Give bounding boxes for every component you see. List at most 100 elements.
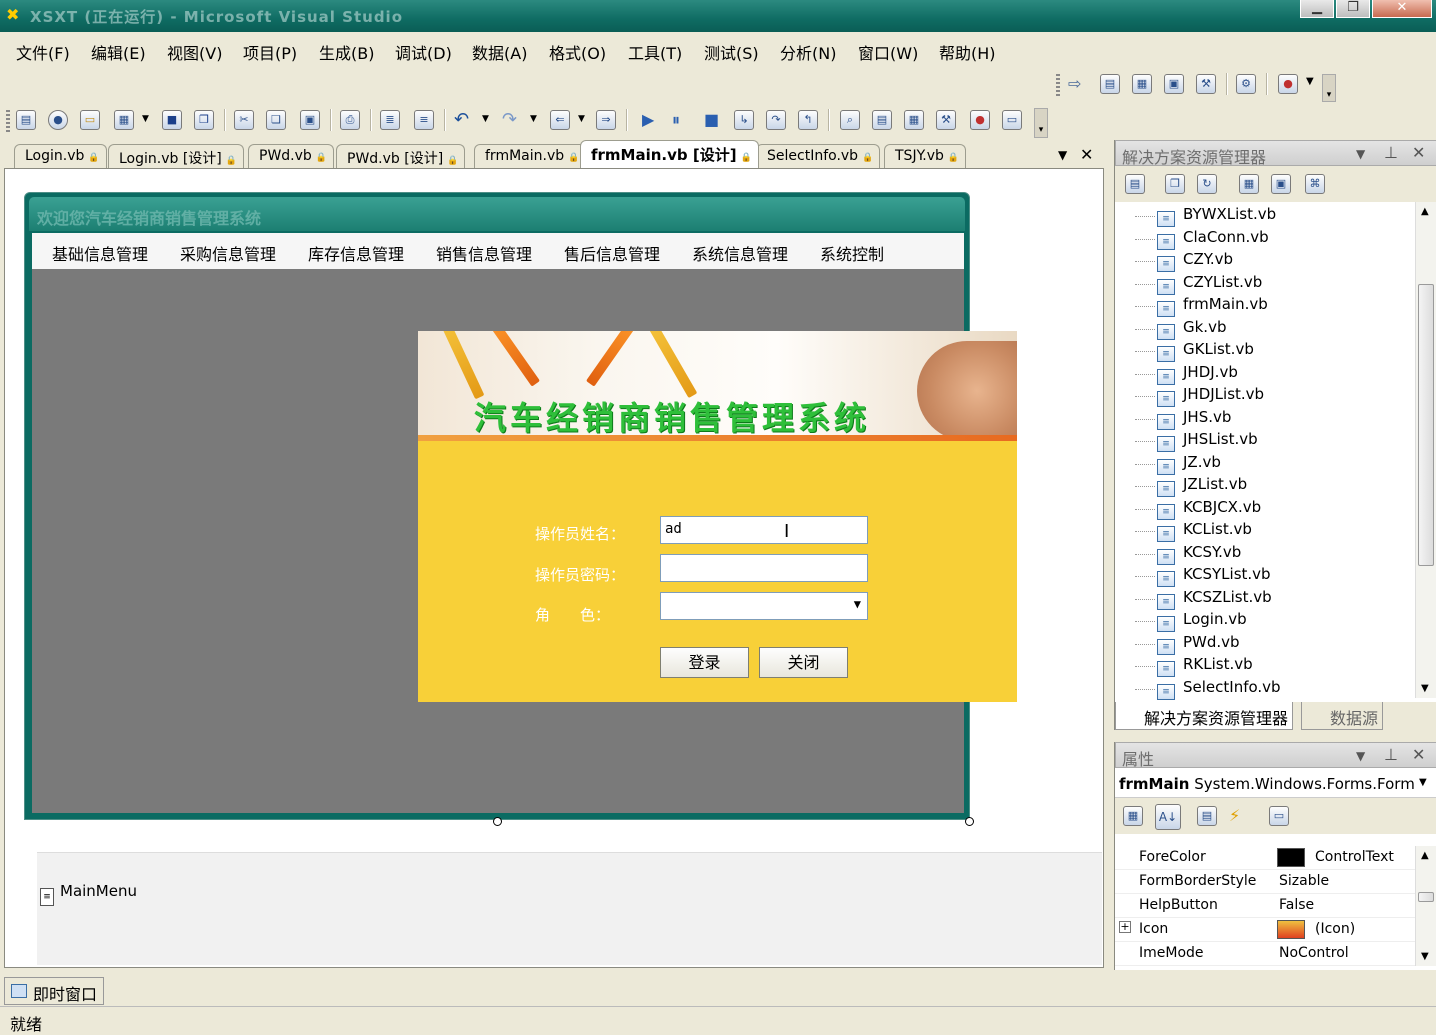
copy-icon[interactable]: ❏ (266, 110, 286, 130)
solution-file-item[interactable]: ≡ KCList.vb (1157, 520, 1252, 542)
solution-scrollbar[interactable]: ▲ ▼ (1415, 202, 1436, 698)
add-item-icon[interactable]: ● (1278, 74, 1298, 94)
navigate-backward-icon[interactable]: ⇐ (550, 110, 570, 130)
tab-tsjy-vb[interactable]: TSJY.vb 🔒 (884, 144, 967, 168)
dropdown-arrow-icon[interactable]: ▼ (530, 114, 537, 124)
solution-file-item[interactable]: ≡ JZ.vb (1157, 453, 1221, 475)
print-icon[interactable]: ⎙ (340, 110, 360, 130)
solution-file-item[interactable]: ≡ SelectInfo.vb (1157, 678, 1281, 700)
form-menu-after-sales[interactable]: 售后信息管理 (564, 241, 660, 265)
solution-file-item[interactable]: ≡ KCSYList.vb (1157, 565, 1271, 587)
form-menu-system-control[interactable]: 系统控制 (820, 241, 884, 265)
show-all-files-icon[interactable]: ❐ (1165, 174, 1185, 194)
arrow-right-icon[interactable]: ⇨ (1068, 74, 1081, 93)
menu-file[interactable]: 文件(F) (16, 40, 70, 64)
solution-file-item[interactable]: ≡ JHSList.vb (1157, 430, 1258, 452)
scroll-down-icon[interactable]: ▼ (1421, 683, 1429, 694)
command-window-icon[interactable]: ▭ (1002, 110, 1022, 130)
solution-file-item[interactable]: ≡ KCSY.vb (1157, 543, 1241, 565)
resize-handle-bottom[interactable] (493, 817, 502, 826)
tab-solution-explorer[interactable]: 解决方案资源管理器 (1115, 702, 1294, 730)
solution-file-item[interactable]: ≡ PWd.vb (1157, 633, 1240, 655)
add-new-item-icon[interactable]: ● (48, 110, 68, 130)
properties-icon[interactable]: ▦ (904, 110, 924, 130)
solution-file-item[interactable]: ≡ KCSZList.vb (1157, 588, 1272, 610)
toolbar-grip[interactable] (1056, 74, 1060, 96)
password-input[interactable] (660, 554, 868, 582)
view-code-icon[interactable]: ▦ (1239, 174, 1259, 194)
toolbar-grip[interactable] (6, 110, 10, 132)
object-browser-icon[interactable]: ▣ (1164, 74, 1184, 94)
menu-tools[interactable]: 工具(T) (628, 40, 682, 64)
refresh-icon[interactable]: ↻ (1197, 174, 1217, 194)
properties-icon[interactable]: ▤ (1125, 174, 1145, 194)
solution-file-item[interactable]: ≡ JHDJList.vb (1157, 385, 1264, 407)
properties-window-icon[interactable]: ▦ (1132, 74, 1152, 94)
menu-view[interactable]: 视图(V) (167, 40, 222, 64)
resize-handle-corner[interactable] (965, 817, 974, 826)
form-menu-purchase[interactable]: 采购信息管理 (180, 241, 276, 265)
step-out-icon[interactable]: ↰ (798, 110, 818, 130)
property-row[interactable]: FormBorderStyle Sizable (1115, 870, 1415, 894)
close-tab-icon[interactable]: ✕ (1080, 145, 1093, 164)
stop-icon[interactable]: ■ (704, 110, 719, 129)
tab-frmmain-vb[interactable]: frmMain.vb 🔒 (474, 144, 587, 168)
tab-pwd-design[interactable]: PWd.vb [设计] 🔒 (336, 144, 466, 168)
tab-frmmain-design[interactable]: frmMain.vb [设计] 🔒 (580, 140, 759, 168)
tab-login-design[interactable]: Login.vb [设计] 🔒 (108, 144, 244, 168)
menu-analyze[interactable]: 分析(N) (780, 40, 836, 64)
scroll-up-icon[interactable]: ▲ (1421, 850, 1429, 861)
tab-selectinfo-vb[interactable]: SelectInfo.vb 🔒 (756, 144, 881, 168)
new-project-icon[interactable]: ▤ (16, 110, 36, 130)
tab-pwd-vb[interactable]: PWd.vb 🔒 (248, 144, 335, 168)
form-menu-sales[interactable]: 销售信息管理 (436, 241, 532, 265)
chevron-down-icon[interactable]: ▼ (1356, 749, 1365, 763)
start-debug-icon[interactable]: ▶ (642, 110, 654, 129)
add-existing-icon[interactable]: ▦ (114, 110, 134, 130)
minimize-button[interactable]: ▁ (1300, 0, 1334, 18)
menu-window[interactable]: 窗口(W) (858, 40, 918, 64)
solution-file-item[interactable]: ≡ BYWXList.vb (1157, 205, 1276, 227)
solution-file-item[interactable]: ≡ ClaConn.vb (1157, 228, 1269, 250)
events-icon[interactable]: ⚡ (1229, 806, 1240, 825)
dropdown-arrow-icon[interactable]: ▼ (1306, 76, 1314, 87)
solution-file-item[interactable]: ≡ KCBJCX.vb (1157, 498, 1261, 520)
form-menu-basic-info[interactable]: 基础信息管理 (52, 241, 148, 265)
object-selector[interactable]: frmMain System.Windows.Forms.Form ▼ (1115, 770, 1436, 798)
solution-file-item[interactable]: ≡ JZList.vb (1157, 475, 1247, 497)
maximize-button[interactable]: ❐ (1336, 0, 1370, 18)
find-icon[interactable]: ⌕ (840, 110, 860, 130)
solution-file-item[interactable]: ≡ GKList.vb (1157, 340, 1254, 362)
undo-icon[interactable]: ↶ (454, 109, 469, 130)
property-value[interactable]: ControlText (1315, 849, 1394, 865)
menu-test[interactable]: 测试(S) (704, 40, 759, 64)
solution-explorer-icon[interactable]: ▤ (872, 110, 892, 130)
property-row[interactable]: ImeMode NoControl (1115, 942, 1415, 966)
alphabetical-icon[interactable]: A↓ (1155, 804, 1181, 830)
solution-file-item[interactable]: ≡ frmMain.vb (1157, 295, 1268, 317)
categorized-icon[interactable]: ▦ (1123, 806, 1143, 826)
chevron-down-icon[interactable]: ▼ (1419, 777, 1427, 788)
chevron-down-icon[interactable]: ▼ (1356, 147, 1365, 161)
dropdown-arrow-icon[interactable]: ▼ (142, 114, 149, 124)
chevron-down-icon[interactable]: ▼ (854, 597, 861, 611)
toolbox-tools-icon[interactable]: ⚒ (936, 110, 956, 130)
menu-data[interactable]: 数据(A) (472, 40, 527, 64)
navigate-forward-icon[interactable]: ⇒ (596, 110, 616, 130)
tab-login-vb[interactable]: Login.vb 🔒 (14, 144, 107, 168)
solution-file-item[interactable]: ≡ CZYList.vb (1157, 273, 1262, 295)
property-row[interactable]: + Icon (Icon) (1115, 918, 1415, 942)
expand-icon[interactable]: + (1119, 921, 1131, 933)
connect-icon[interactable]: ⚙ (1236, 74, 1256, 94)
open-file-icon[interactable]: ▭ (80, 110, 100, 130)
step-over-icon[interactable]: ↷ (766, 110, 786, 130)
pause-icon[interactable]: ⏸ (672, 110, 680, 130)
cut-icon[interactable]: ✂ (234, 110, 254, 130)
menu-edit[interactable]: 编辑(E) (91, 40, 146, 64)
solution-file-item[interactable]: ≡ Gk.vb (1157, 318, 1226, 340)
solution-file-item[interactable]: ≡ RKList.vb (1157, 655, 1253, 677)
property-value[interactable]: False (1279, 897, 1314, 913)
dropdown-arrow-icon[interactable]: ▼ (482, 114, 489, 124)
tray-mainmenu[interactable]: ≡ MainMenu (40, 882, 137, 906)
error-list-icon[interactable]: ● (970, 110, 990, 130)
